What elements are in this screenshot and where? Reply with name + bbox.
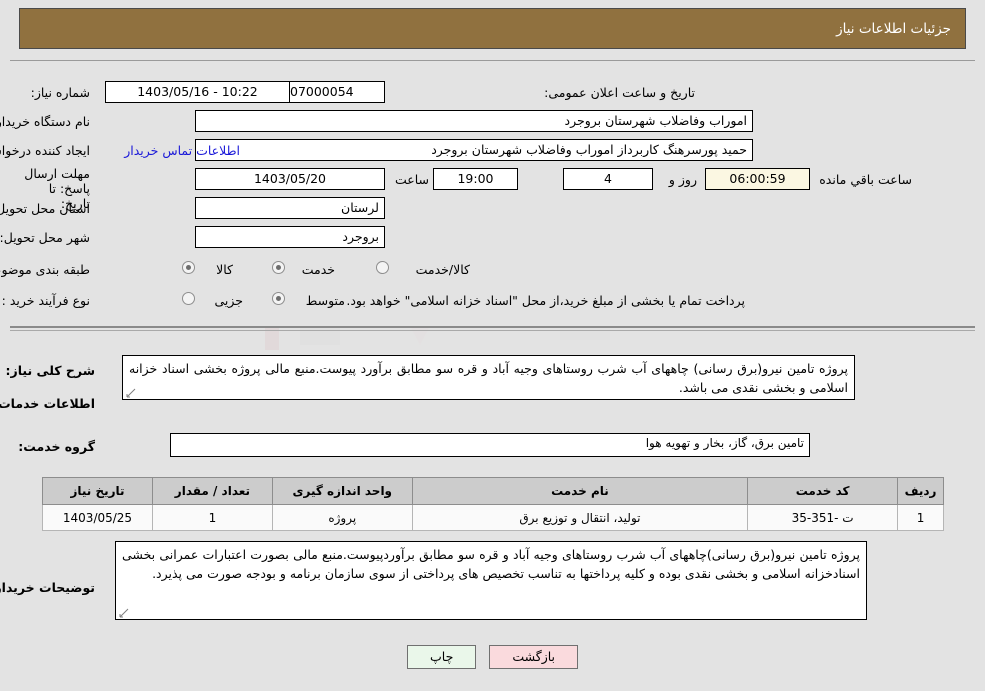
th-service-name: نام خدمت	[411, 477, 749, 505]
summary-text: پروژه تامین نیرو(برق رسانی) چاههای آب شر…	[129, 361, 848, 395]
cell-service-code: ت -351-35	[747, 504, 899, 531]
page-title: جزئیات اطلاعات نیاز	[836, 20, 951, 37]
need-number-label: شماره نیاز:	[30, 85, 90, 100]
city-label: شهر محل تحویل:	[0, 230, 90, 245]
remaining-days-value: 4	[563, 168, 653, 190]
remaining-time-label: ساعت باقي مانده	[819, 172, 912, 187]
process-label: نوع فرآیند خرید :	[1, 293, 90, 308]
resize-grip-icon[interactable]	[119, 608, 129, 618]
th-quantity: تعداد / مقدار	[152, 477, 273, 505]
cell-quantity: 1	[152, 504, 273, 531]
deadline-date-value: 1403/05/20	[195, 168, 385, 190]
province-label: استان محل تحویل:	[0, 201, 90, 216]
announce-datetime-value: 10:22 - 1403/05/16	[105, 81, 290, 103]
treasury-note-text: پرداخت تمام یا بخشی از مبلغ خرید،از محل …	[346, 293, 745, 308]
radio-category-khedmat[interactable]	[272, 261, 285, 274]
service-group-value: تامین برق، گاز، بخار و تهویه هوا	[170, 433, 810, 457]
city-value: بروجرد	[195, 226, 385, 248]
radio-category-kala[interactable]	[182, 261, 195, 274]
cell-unit: پروژه	[271, 504, 413, 531]
buyer-notes-textarea[interactable]: پروژه تامین نیرو(برق رسانی)چاههای آب شرب…	[115, 541, 867, 620]
province-value: لرستان	[195, 197, 385, 219]
radio-category-kala-label: کالا	[216, 262, 233, 277]
th-service-code: کد خدمت	[747, 477, 899, 505]
deadline-hour-label: ساعت	[394, 172, 429, 187]
cell-service-name: تولید، انتقال و توزیع برق	[411, 504, 749, 531]
deadline-time-value: 19:00	[433, 168, 518, 190]
th-unit: واحد اندازه گیری	[271, 477, 413, 505]
buyer-org-label: نام دستگاه خریدار:	[0, 114, 90, 129]
services-table: ردیف کد خدمت نام خدمت واحد اندازه گیری ت…	[42, 477, 944, 531]
summary-label: شرح کلی نیاز:	[5, 363, 95, 378]
table-row: 1 ت -351-35 تولید، انتقال و توزیع برق پر…	[42, 504, 944, 531]
window-title-bar: جزئیات اطلاعات نیاز	[19, 8, 966, 49]
buyer-notes-label: توضیحات خریدار:	[0, 580, 95, 595]
buyer-notes-text: پروژه تامین نیرو(برق رسانی)چاههای آب شرب…	[122, 547, 860, 581]
radio-category-khedmat-label: خدمت	[301, 262, 335, 277]
summary-textarea[interactable]: پروژه تامین نیرو(برق رسانی) چاههای آب شر…	[122, 355, 855, 400]
service-group-label: گروه خدمت:	[18, 439, 95, 454]
th-need-date: تاریخ نیاز	[42, 477, 153, 505]
action-buttons: بازگشت چاپ	[0, 645, 985, 669]
creator-value: حمید پورسرهنگ کاربرداز اموراب وفاضلاب شه…	[195, 139, 753, 161]
panel-divider	[10, 330, 975, 331]
buyer-contact-link[interactable]: اطلاعات تماس خریدار	[124, 143, 240, 158]
table-header-row: ردیف کد خدمت نام خدمت واحد اندازه گیری ت…	[42, 477, 944, 505]
cell-need-date: 1403/05/25	[42, 504, 153, 531]
th-row: ردیف	[897, 477, 944, 505]
creator-label: ایجاد کننده درخواست:	[0, 143, 90, 158]
back-button[interactable]: بازگشت	[489, 645, 579, 669]
page-root: AnaTender.net جزئیات اطلاعات نیاز شماره …	[0, 0, 985, 691]
cell-row: 1	[897, 504, 944, 531]
resize-grip-icon[interactable]	[126, 388, 136, 398]
services-section-heading: اطلاعات خدمات مورد نیاز	[0, 396, 95, 411]
print-button[interactable]: چاپ	[407, 645, 477, 669]
buyer-org-value: اموراب وفاضلاب شهرستان بروجرد	[195, 110, 753, 132]
remaining-time-value: 06:00:59	[705, 168, 810, 190]
announce-datetime-label: تاریخ و ساعت اعلان عمومی:	[544, 85, 695, 100]
category-label: طبقه بندی موضوعی:	[0, 262, 90, 277]
radio-category-kala-khedmat[interactable]	[376, 261, 389, 274]
remaining-days-label: روز و	[668, 172, 697, 187]
radio-category-kala-khedmat-label: کالا/خدمت	[415, 262, 470, 277]
